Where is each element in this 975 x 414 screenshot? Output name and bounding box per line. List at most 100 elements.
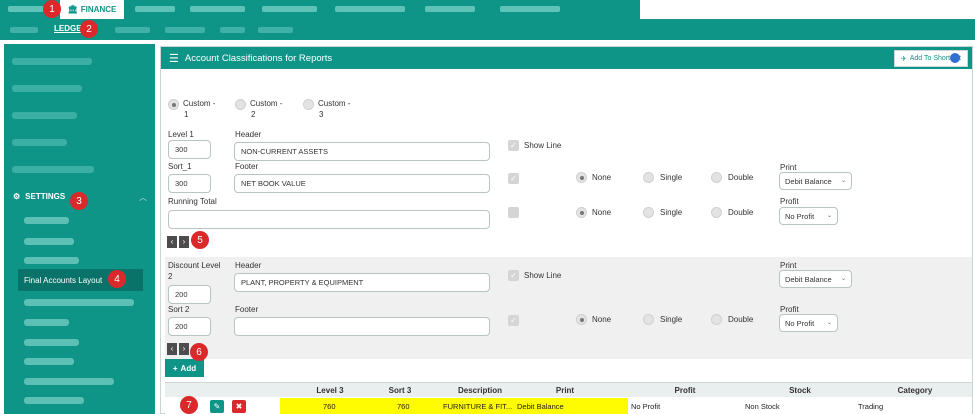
rocket-icon: ✈ (900, 55, 907, 63)
print-select[interactable]: Debit Balance ⌄ (779, 172, 852, 190)
running-none-radio[interactable] (576, 207, 587, 218)
discount-show-line-checkbox[interactable]: ✓ (508, 270, 519, 281)
discount-double-label: Double (728, 315, 754, 324)
badge-7: 7 (180, 396, 198, 414)
table-header: Level 3 Sort 3 Description Print Profit … (165, 382, 972, 397)
col-sort-3: Sort 3 (388, 386, 412, 395)
prev-page-button-2[interactable]: ‹ (167, 343, 177, 355)
add-button-label: Add (180, 363, 197, 373)
discount-profit-label: Profit (780, 305, 799, 314)
blurred-module (190, 6, 245, 12)
custom-2-radio[interactable] (235, 99, 246, 110)
gears-icon: ⚙ (13, 192, 21, 201)
discount-print-value: Debit Balance (785, 275, 832, 284)
print-select-value: Debit Balance (785, 177, 832, 186)
table-row[interactable]: ✎ ✖ 760 760 FURNITURE & FIT... Debit Bal… (165, 398, 972, 414)
discount-double-radio[interactable] (711, 314, 722, 325)
discount-profit-select[interactable]: No Profit ⌄ (779, 314, 838, 332)
sidebar-subitem[interactable] (24, 378, 114, 385)
custom-1-radio[interactable] (168, 99, 179, 110)
discount-footer-label: Footer (235, 305, 259, 314)
finance-tab[interactable]: 🏛 FINANCE (60, 0, 124, 19)
cell-category: Trading (858, 402, 884, 411)
discount-single-label: Single (660, 315, 683, 324)
discount-print-select[interactable]: Debit Balance ⌄ (779, 270, 852, 288)
profit-select[interactable]: No Profit ⌄ (779, 207, 838, 225)
profit-select-value: No Profit (785, 212, 815, 221)
level-1-label: Level 1 (168, 130, 194, 139)
blurred-module (335, 6, 405, 12)
plus-icon: + (172, 363, 178, 373)
col-stock: Stock (789, 386, 811, 395)
discount-header-input[interactable]: PLANT, PROPERTY & EQUIPMENT (234, 273, 490, 292)
chevron-down-icon: ⌄ (826, 213, 832, 219)
sidebar-subitem[interactable] (24, 397, 84, 404)
footer-line-checkbox[interactable]: ✓ (508, 173, 519, 184)
next-page-button[interactable]: › (179, 236, 189, 248)
blurred-nav-item (10, 27, 38, 33)
custom-1-sub: 1 (184, 110, 189, 119)
col-level-3: Level 3 (316, 386, 344, 395)
footer-input[interactable]: NET BOOK VALUE (234, 174, 490, 193)
discount-none-radio[interactable] (576, 314, 587, 325)
profit-label: Profit (780, 197, 799, 206)
sidebar-subitem[interactable] (24, 319, 69, 326)
hamburger-icon[interactable]: ☰ (169, 52, 179, 65)
custom-3-sub: 3 (319, 110, 324, 119)
sidebar-item[interactable] (12, 166, 94, 173)
running-total-checkbox[interactable] (508, 207, 519, 218)
sidebar-subitem[interactable] (24, 358, 74, 365)
bank-icon: 🏛 (67, 5, 78, 14)
add-button[interactable]: + Add (165, 359, 204, 377)
discount-footer-checkbox[interactable]: ✓ (508, 315, 519, 326)
badge-6: 6 (190, 343, 208, 361)
discount-profit-value: No Profit (785, 319, 815, 328)
prev-page-button[interactable]: ‹ (167, 236, 177, 248)
sidebar-item[interactable] (12, 112, 77, 119)
sidebar-item[interactable] (12, 139, 67, 146)
discount-footer-input[interactable] (234, 317, 490, 336)
discount-level-input[interactable]: 200 (168, 285, 211, 304)
show-line-label: Show Line (524, 141, 562, 150)
sidebar-subitem[interactable] (24, 217, 69, 224)
discount-single-radio[interactable] (643, 314, 654, 325)
running-single-radio[interactable] (643, 207, 654, 218)
footer-single-label: Single (660, 173, 683, 182)
sidebar-subitem[interactable] (24, 299, 134, 306)
next-page-button-2[interactable]: › (179, 343, 189, 355)
sidebar-subitem[interactable] (24, 339, 79, 346)
footer-single-radio[interactable] (643, 172, 654, 183)
delete-icon[interactable]: ✖ (232, 400, 246, 413)
footer-double-radio[interactable] (711, 172, 722, 183)
header-input[interactable]: NON-CURRENT ASSETS (234, 142, 490, 161)
chevron-down-icon: ⌄ (840, 276, 846, 282)
settings-label: SETTINGS (25, 192, 66, 201)
edit-icon[interactable]: ✎ (210, 400, 224, 413)
custom-1-label: Custom - (183, 99, 216, 108)
sidebar-subitem[interactable] (24, 257, 79, 264)
discount-header-label: Header (235, 261, 262, 270)
sidebar-item[interactable] (12, 58, 92, 65)
discount-level-sub: 2 (168, 272, 173, 281)
discount-none-label: None (592, 315, 612, 324)
footer-label: Footer (235, 162, 259, 171)
col-print: Print (555, 386, 575, 395)
running-double-radio[interactable] (711, 207, 722, 218)
sidebar-item-settings[interactable]: ⚙ SETTINGS (13, 192, 65, 201)
running-none-label: None (592, 208, 612, 217)
custom-3-radio[interactable] (303, 99, 314, 110)
blurred-module (135, 6, 175, 12)
level-1-input[interactable]: 300 (168, 140, 211, 159)
running-single-label: Single (660, 208, 683, 217)
sort-1-label: Sort_1 (168, 162, 192, 171)
custom-2-label: Custom - (250, 99, 283, 108)
running-total-input[interactable] (168, 210, 490, 229)
show-line-checkbox[interactable]: ✓ (508, 140, 519, 151)
sort-2-input[interactable]: 200 (168, 317, 211, 336)
footer-double-label: Double (728, 173, 754, 182)
sidebar-subitem[interactable] (24, 238, 74, 245)
sidebar: ⚙ SETTINGS ︿ Final Accounts Layout (4, 44, 155, 414)
sidebar-item[interactable] (12, 85, 82, 92)
sort-1-input[interactable]: 300 (168, 174, 211, 193)
footer-none-radio[interactable] (576, 172, 587, 183)
